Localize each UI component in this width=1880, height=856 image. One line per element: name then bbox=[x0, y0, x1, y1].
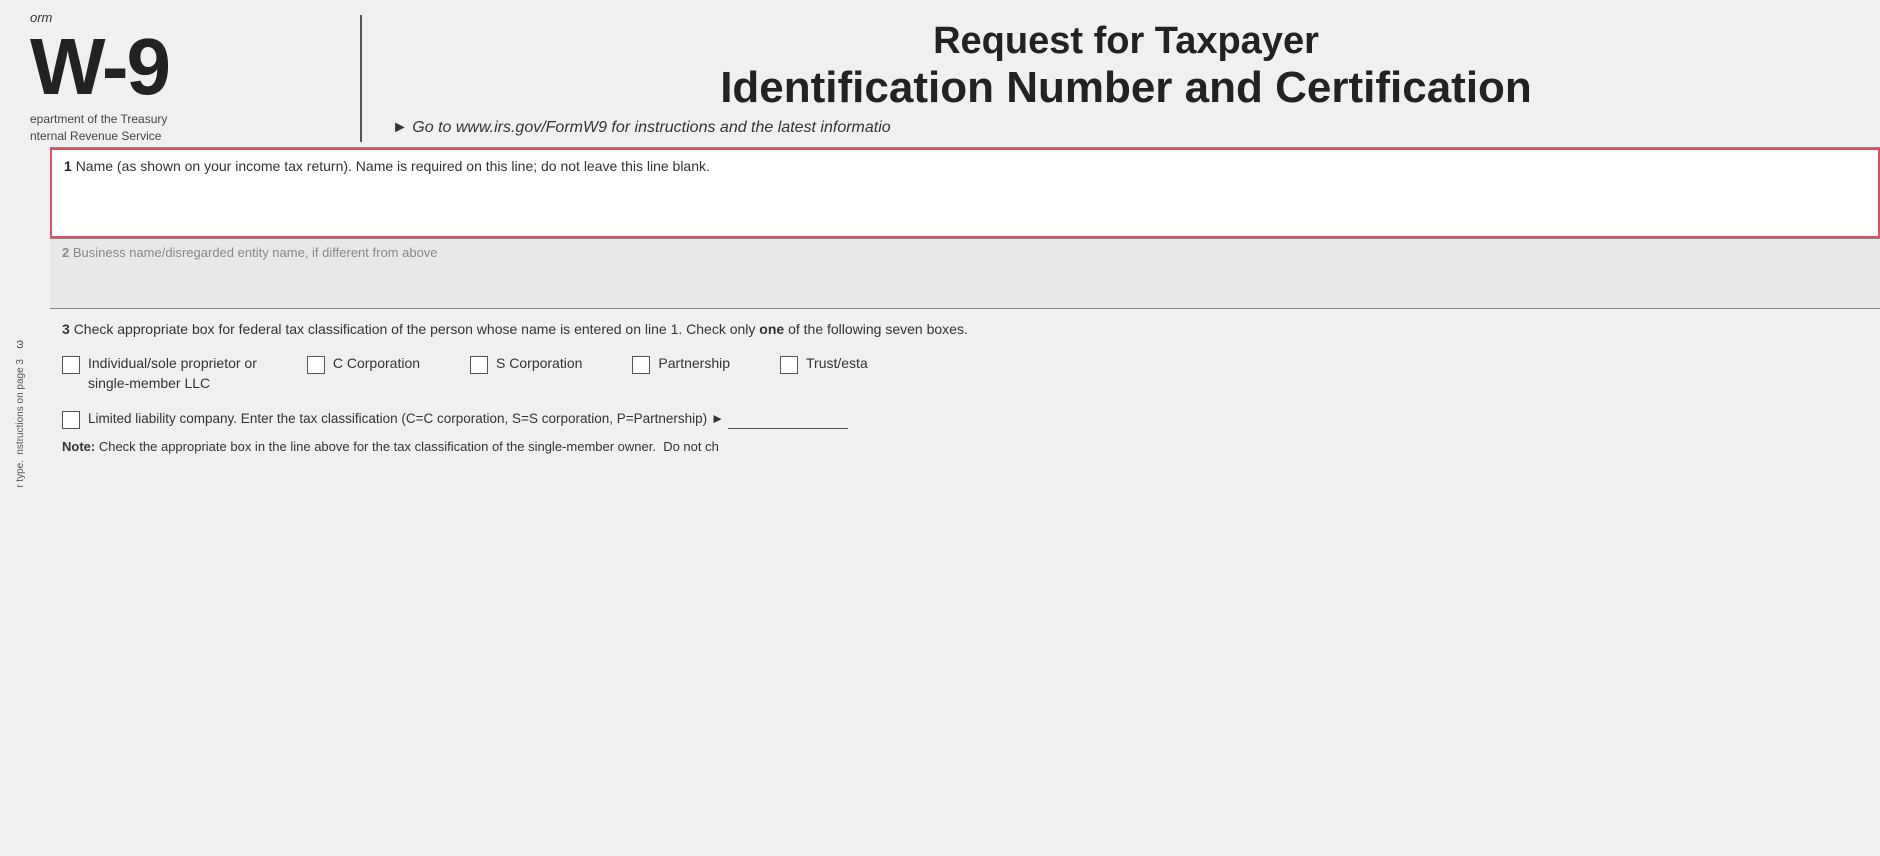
checkbox-s-corp: S Corporation bbox=[470, 354, 582, 374]
form-number: W-9 bbox=[30, 27, 169, 107]
field-3-text: Check appropriate box for federal tax cl… bbox=[74, 321, 968, 337]
field-1-number: 1 bbox=[64, 158, 72, 174]
field-2-text: Business name/disregarded entity name, i… bbox=[73, 245, 438, 260]
checkboxes-row: Individual/sole proprietor orsingle-memb… bbox=[62, 354, 1868, 393]
form-content: 1 Name (as shown on your income tax retu… bbox=[50, 147, 1880, 467]
dept-info: epartment of the Treasury nternal Revenu… bbox=[30, 111, 167, 145]
checkbox-individual: Individual/sole proprietor orsingle-memb… bbox=[62, 354, 257, 393]
form-title-line1: Request for Taxpayer bbox=[392, 20, 1860, 63]
sidebar-text-1: ω bbox=[13, 340, 27, 349]
checkbox-trust: Trust/esta bbox=[780, 354, 868, 374]
trust-label: Trust/esta bbox=[806, 354, 868, 374]
header-left: orm W-9 epartment of the Treasury nterna… bbox=[0, 10, 340, 147]
sidebar-text-3: r type. bbox=[14, 460, 27, 488]
field-3-header: 3 Check appropriate box for federal tax … bbox=[62, 319, 1868, 340]
form-title-line2: Identification Number and Certification bbox=[392, 63, 1860, 113]
field-1-text: Name (as shown on your income tax return… bbox=[76, 158, 710, 174]
field-3-container: 3 Check appropriate box for federal tax … bbox=[50, 308, 1880, 467]
individual-checkbox[interactable] bbox=[62, 356, 80, 374]
sidebar-rotated: ω nstructions on page 3 r type. bbox=[0, 340, 40, 840]
field-2-container: 2 Business name/disregarded entity name,… bbox=[50, 238, 1880, 308]
llc-text: Limited liability company. Enter the tax… bbox=[88, 409, 848, 429]
dept-line2: nternal Revenue Service bbox=[30, 129, 161, 143]
checkbox-partnership: Partnership bbox=[632, 354, 730, 374]
field-1-input[interactable] bbox=[64, 194, 1866, 210]
individual-label: Individual/sole proprietor orsingle-memb… bbox=[88, 354, 257, 393]
header-divider bbox=[360, 15, 362, 142]
c-corp-label: C Corporation bbox=[333, 354, 420, 374]
partnership-label: Partnership bbox=[658, 354, 730, 374]
partnership-checkbox[interactable] bbox=[632, 356, 650, 374]
field-2-number: 2 bbox=[62, 245, 69, 260]
field-3-number: 3 bbox=[62, 321, 70, 337]
header-right: Request for Taxpayer Identification Numb… bbox=[382, 10, 1880, 147]
checkbox-c-corp: C Corporation bbox=[307, 354, 420, 374]
llc-row: Limited liability company. Enter the tax… bbox=[62, 409, 1868, 429]
irs-link: ► Go to www.irs.gov/FormW9 for instructi… bbox=[392, 119, 1860, 137]
s-corp-label: S Corporation bbox=[496, 354, 582, 374]
c-corp-checkbox[interactable] bbox=[307, 356, 325, 374]
llc-checkbox[interactable] bbox=[62, 411, 80, 429]
w9-form-page: orm W-9 epartment of the Treasury nterna… bbox=[0, 0, 1880, 856]
note-text: Note: Check the appropriate box in the l… bbox=[62, 437, 1868, 457]
field-1-label: 1 Name (as shown on your income tax retu… bbox=[64, 158, 1866, 174]
sidebar-text-2: nstructions on page 3 bbox=[14, 359, 27, 455]
field-2-label: 2 Business name/disregarded entity name,… bbox=[62, 245, 1868, 260]
field-1-container: 1 Name (as shown on your income tax retu… bbox=[50, 148, 1880, 238]
trust-checkbox[interactable] bbox=[780, 356, 798, 374]
dept-line1: epartment of the Treasury bbox=[30, 112, 167, 126]
s-corp-checkbox[interactable] bbox=[470, 356, 488, 374]
form-header: orm W-9 epartment of the Treasury nterna… bbox=[0, 0, 1880, 147]
